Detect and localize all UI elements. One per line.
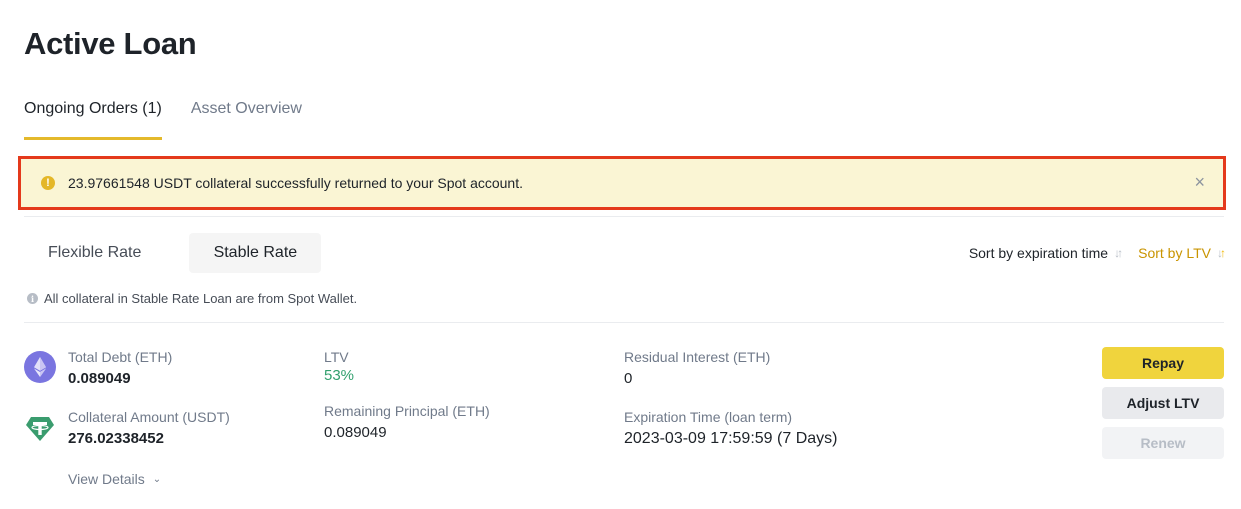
usdt-coin-icon — [25, 415, 55, 443]
exclamation-circle-icon: ! — [41, 176, 55, 190]
ltv-field: LTV 53% — [324, 348, 354, 386]
success-alert-banner: ! 23.97661548 USDT collateral successful… — [21, 159, 1223, 207]
sort-by-expiration-button[interactable]: Sort by expiration time ↓ ↑ — [968, 245, 1123, 261]
remaining-principal-value: 0.089049 — [324, 424, 387, 441]
adjust-ltv-button[interactable]: Adjust LTV — [1102, 387, 1224, 419]
collateral-amount-label: Collateral Amount (USDT) — [68, 409, 230, 425]
expiration-time-value: 2023-03-09 17:59:59 (7 Days) — [624, 430, 838, 447]
total-debt-field: Total Debt (ETH) 0.089049 — [68, 348, 172, 389]
sort-by-ltv-button[interactable]: Sort by LTV ↓ ↑ — [1138, 245, 1226, 261]
ltv-value: 53% — [324, 367, 355, 384]
main-tabs: Ongoing Orders (1) Asset Overview — [24, 100, 331, 140]
page-title: Active Loan — [24, 26, 197, 61]
divider — [24, 322, 1224, 323]
tab-flexible-rate[interactable]: Flexible Rate — [24, 233, 165, 273]
info-note: i All collateral in Stable Rate Loan are… — [27, 291, 357, 306]
sort-arrows-icon: ↓ ↑ — [1217, 246, 1226, 260]
total-debt-label: Total Debt (ETH) — [68, 349, 173, 365]
alert-message: 23.97661548 USDT collateral successfully… — [68, 175, 523, 191]
repay-button[interactable]: Repay — [1102, 347, 1224, 379]
view-details-label: View Details — [68, 471, 145, 487]
rate-type-tabs: Flexible Rate Stable Rate — [24, 233, 322, 273]
expiration-time-label: Expiration Time (loan term) — [624, 409, 793, 425]
sort-controls: Sort by expiration time ↓ ↑ Sort by LTV ↓… — [968, 245, 1226, 261]
info-note-text: All collateral in Stable Rate Loan are f… — [44, 291, 358, 306]
tab-stable-rate[interactable]: Stable Rate — [189, 233, 322, 273]
expiration-time-field: Expiration Time (loan term) 2023-03-09 1… — [624, 408, 837, 449]
view-details-toggle[interactable]: View Details ⌄ — [68, 471, 161, 487]
total-debt-value: 0.089049 — [68, 370, 131, 387]
tab-asset-overview[interactable]: Asset Overview — [191, 100, 302, 138]
sort-arrows-icon: ↓ ↑ — [1114, 246, 1123, 260]
eth-coin-icon — [24, 351, 56, 383]
remaining-principal-label: Remaining Principal (ETH) — [324, 403, 490, 419]
renew-button[interactable]: Renew — [1102, 427, 1224, 459]
chevron-down-icon: ⌄ — [152, 473, 162, 485]
sort-label: Sort by expiration time — [968, 245, 1109, 261]
tab-ongoing-orders[interactable]: Ongoing Orders (1) — [24, 100, 162, 140]
info-icon: i — [27, 293, 38, 304]
sort-label: Sort by LTV — [1138, 245, 1211, 261]
ltv-label: LTV — [324, 349, 349, 365]
remaining-principal-field: Remaining Principal (ETH) 0.089049 — [324, 402, 490, 443]
residual-interest-field: Residual Interest (ETH) 0 — [624, 348, 770, 389]
close-icon[interactable]: × — [1194, 173, 1205, 191]
residual-interest-value: 0 — [624, 370, 633, 387]
residual-interest-label: Residual Interest (ETH) — [624, 349, 771, 365]
collateral-amount-field: Collateral Amount (USDT) 276.02338452 — [68, 408, 230, 449]
collateral-amount-value: 276.02338452 — [68, 430, 164, 447]
divider — [24, 216, 1224, 217]
